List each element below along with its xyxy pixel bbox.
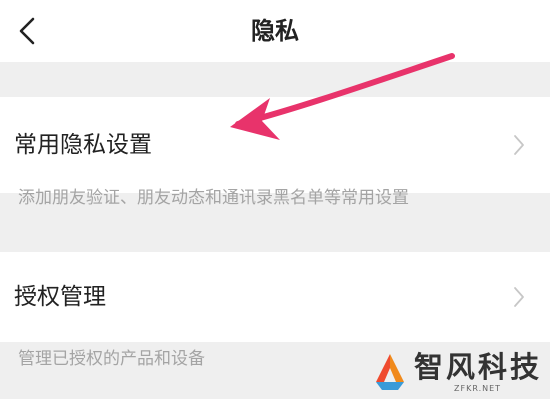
- row-description: 管理已授权的产品和设备: [18, 349, 205, 369]
- chevron-right-icon: [514, 287, 524, 307]
- chevron-right-icon: [514, 135, 524, 155]
- page-title: 隐私: [251, 17, 299, 45]
- watermark-name: 智风科技: [414, 350, 543, 384]
- settings-row-authorization[interactable]: 授权管理: [0, 252, 550, 342]
- watermark-domain: ZFKR.NET: [454, 384, 502, 393]
- row-description: 添加朋友验证、朋友动态和通讯录黑名单等常用设置: [18, 188, 409, 208]
- watermark: 智风科技 ZFKR.NET: [368, 348, 540, 394]
- settings-row-common-privacy[interactable]: 常用隐私设置: [0, 97, 550, 193]
- section-gap: [0, 62, 550, 97]
- row-description-block: 添加朋友验证、朋友动态和通讯录黑名单等常用设置: [0, 188, 550, 257]
- nav-bar: 隐私: [0, 0, 550, 62]
- row-label: 授权管理: [14, 284, 106, 310]
- row-label: 常用隐私设置: [14, 132, 152, 158]
- privacy-screen: 隐私 常用隐私设置 添加朋友验证、朋友动态和通讯录黑名单等常用设置 授权管理 管…: [0, 0, 550, 399]
- zf-logo-icon: [376, 354, 404, 390]
